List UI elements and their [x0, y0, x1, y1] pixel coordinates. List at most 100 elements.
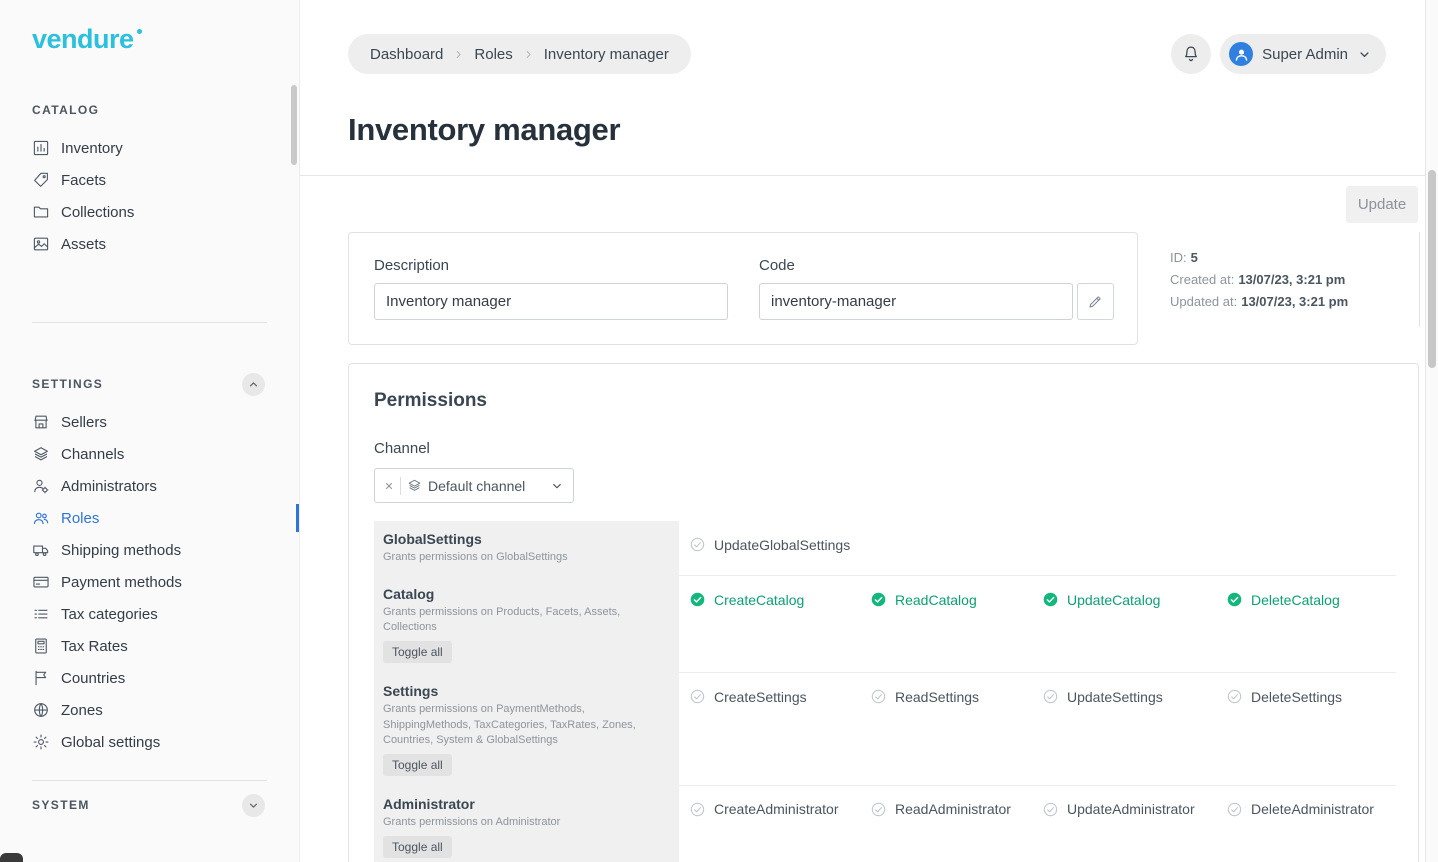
- folder-icon: [32, 203, 50, 221]
- chevron-down-icon: [1357, 47, 1372, 62]
- image-icon: [32, 235, 50, 253]
- sidebar-item-facets[interactable]: Facets: [0, 164, 299, 196]
- permissions-table: GlobalSettings Grants permissions on Glo…: [374, 521, 1396, 862]
- page-scrollbar-thumb[interactable]: [1428, 170, 1436, 368]
- breadcrumb: Dashboard Roles Inventory manager: [348, 34, 691, 74]
- permission-checkbox-updatesettings[interactable]: UpdateSettings: [1042, 688, 1226, 705]
- edit-code-button[interactable]: [1077, 283, 1114, 320]
- chevron-down-icon: [247, 799, 260, 812]
- toggle-all-button[interactable]: Toggle all: [383, 641, 452, 663]
- permission-group-name: Administrator: [383, 796, 665, 812]
- sidebar-item-sellers[interactable]: Sellers: [0, 406, 299, 438]
- sidebar-divider: [32, 322, 267, 323]
- permission-checkbox-createcatalog[interactable]: CreateCatalog: [689, 591, 870, 608]
- sidebar-item-shipping-methods[interactable]: Shipping methods: [0, 534, 299, 566]
- permission-label: ReadSettings: [895, 689, 979, 705]
- permission-checkbox-deleteadministrator[interactable]: DeleteAdministrator: [1226, 801, 1396, 818]
- permission-label: DeleteCatalog: [1251, 592, 1340, 608]
- permission-checkbox-deletesettings[interactable]: DeleteSettings: [1226, 688, 1396, 705]
- permission-group-globalsettings: GlobalSettings Grants permissions on Glo…: [374, 521, 1396, 576]
- description-label: Description: [374, 257, 728, 274]
- permission-label: CreateCatalog: [714, 592, 804, 608]
- permission-checkbox-readcatalog[interactable]: ReadCatalog: [870, 591, 1042, 608]
- permission-label: UpdateAdministrator: [1067, 801, 1195, 817]
- close-icon: [384, 481, 394, 491]
- permission-label: CreateSettings: [714, 689, 807, 705]
- sidebar-item-zones[interactable]: Zones: [0, 694, 299, 726]
- permission-checkbox-deletecatalog[interactable]: DeleteCatalog: [1226, 591, 1396, 608]
- permission-checkbox-createsettings[interactable]: CreateSettings: [689, 688, 870, 705]
- check-circle-outline-icon: [1042, 688, 1059, 705]
- sidebar-item-inventory[interactable]: Inventory: [0, 132, 299, 164]
- section-label-system: SYSTEM: [32, 798, 90, 812]
- check-circle-filled-icon: [689, 591, 706, 608]
- permission-group-name: GlobalSettings: [383, 531, 665, 547]
- layers-icon: [32, 445, 50, 463]
- truck-icon: [32, 541, 50, 559]
- breadcrumb-item-dashboard[interactable]: Dashboard: [370, 46, 443, 63]
- chevron-right-icon: [452, 48, 465, 61]
- sidebar-item-tax-rates[interactable]: Tax Rates: [0, 630, 299, 662]
- permission-group-settings: Settings Grants permissions on PaymentMe…: [374, 673, 1396, 786]
- check-circle-outline-icon: [870, 688, 887, 705]
- pencil-icon: [1087, 293, 1104, 310]
- bell-icon: [1181, 44, 1201, 64]
- check-circle-outline-icon: [689, 688, 706, 705]
- update-button[interactable]: Update: [1346, 186, 1418, 223]
- sidebar-item-global-settings[interactable]: Global settings: [0, 726, 299, 758]
- permission-checkbox-readsettings[interactable]: ReadSettings: [870, 688, 1042, 705]
- meta-value: 5: [1191, 250, 1198, 265]
- permission-checkbox-readadministrator[interactable]: ReadAdministrator: [870, 801, 1042, 818]
- check-circle-outline-icon: [1226, 688, 1243, 705]
- check-circle-filled-icon: [1226, 591, 1243, 608]
- permission-group-description: Grants permissions on GlobalSettings: [383, 550, 665, 565]
- code-label: Code: [759, 257, 1114, 274]
- sidebar-item-collections[interactable]: Collections: [0, 196, 299, 228]
- permission-group-description: Grants permissions on Administrator: [383, 815, 665, 830]
- logo-text: vendure: [32, 24, 134, 55]
- permission-checkbox-updatecatalog[interactable]: UpdateCatalog: [1042, 591, 1226, 608]
- meta-line: Created at:13/07/23, 3:21 pm: [1170, 269, 1409, 291]
- code-input[interactable]: [759, 283, 1073, 320]
- role-detail-card: Description Code: [348, 232, 1138, 345]
- sidebar-item-payment-methods[interactable]: Payment methods: [0, 566, 299, 598]
- credit-card-icon: [32, 573, 50, 591]
- check-circle-outline-icon: [870, 801, 887, 818]
- channel-select[interactable]: Default channel: [374, 468, 574, 503]
- permission-checkbox-updateglobalsettings[interactable]: UpdateGlobalSettings: [689, 536, 870, 553]
- check-circle-outline-icon: [689, 536, 706, 553]
- system-collapse-button[interactable]: [242, 794, 265, 817]
- corner-widget: [0, 853, 23, 862]
- permission-group-administrator: Administrator Grants permissions on Admi…: [374, 786, 1396, 862]
- sidebar-item-assets[interactable]: Assets: [0, 228, 299, 260]
- sidebar-item-countries[interactable]: Countries: [0, 662, 299, 694]
- logo-dot-icon: [137, 29, 142, 34]
- toggle-all-button[interactable]: Toggle all: [383, 754, 452, 776]
- permission-checkbox-createadministrator[interactable]: CreateAdministrator: [689, 801, 870, 818]
- tag-icon: [32, 171, 50, 189]
- nav-section-system: SYSTEM: [0, 791, 299, 819]
- cog-icon: [32, 733, 50, 751]
- permission-label: DeleteAdministrator: [1251, 801, 1374, 817]
- breadcrumb-item-inventory-manager[interactable]: Inventory manager: [544, 46, 669, 63]
- sidebar-item-roles[interactable]: Roles: [0, 502, 299, 534]
- settings-collapse-button[interactable]: [242, 373, 265, 396]
- sidebar-item-administrators[interactable]: Administrators: [0, 470, 299, 502]
- toggle-all-button[interactable]: Toggle all: [383, 836, 452, 858]
- remove-channel-button[interactable]: [384, 481, 394, 491]
- sidebar: vendure CATALOG Inventory Facets Collect…: [0, 0, 300, 862]
- sidebar-item-tax-categories[interactable]: Tax categories: [0, 598, 299, 630]
- sidebar-divider: [32, 780, 267, 781]
- permission-label: ReadAdministrator: [895, 801, 1011, 817]
- permission-checkbox-updateadministrator[interactable]: UpdateAdministrator: [1042, 801, 1226, 818]
- description-input[interactable]: [374, 283, 728, 320]
- sidebar-scrollbar-thumb[interactable]: [291, 85, 297, 165]
- vendure-logo[interactable]: vendure: [32, 24, 142, 55]
- sidebar-item-channels[interactable]: Channels: [0, 438, 299, 470]
- user-menu[interactable]: Super Admin: [1220, 34, 1386, 74]
- notifications-button[interactable]: [1171, 34, 1211, 74]
- nav-section-catalog: CATALOG Inventory Facets Collections Ass…: [0, 96, 299, 260]
- page-scrollbar[interactable]: [1425, 0, 1438, 862]
- calculator-icon: [32, 637, 50, 655]
- breadcrumb-item-roles[interactable]: Roles: [474, 46, 512, 63]
